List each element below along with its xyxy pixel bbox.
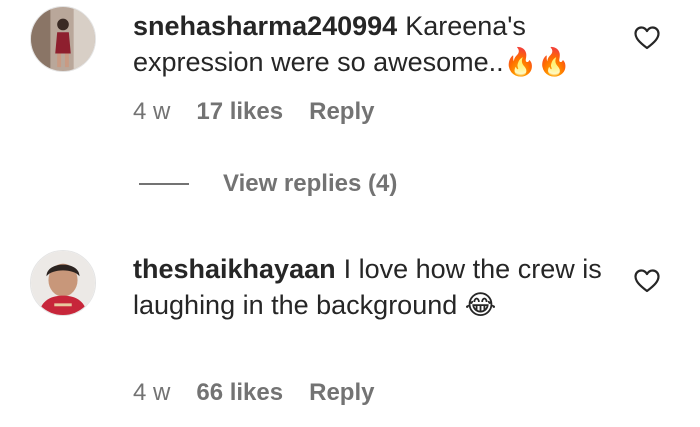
view-replies-button[interactable]: View replies (4) xyxy=(139,170,397,198)
avatar[interactable] xyxy=(30,250,96,316)
comment-text-block: theshaikhayaan I love how the crew is lau… xyxy=(133,251,603,323)
heart-outline-icon[interactable] xyxy=(634,26,660,50)
comment-likes[interactable]: 17 likes xyxy=(196,98,283,126)
comment-username[interactable]: theshaikhayaan xyxy=(133,254,336,284)
avatar[interactable] xyxy=(30,6,96,72)
comment-text-block: snehasharma240994 Kareena's expression we… xyxy=(133,8,603,80)
heart-outline-icon[interactable] xyxy=(634,269,660,293)
comment-likes[interactable]: 66 likes xyxy=(196,379,283,407)
reply-button[interactable]: Reply xyxy=(309,379,374,407)
comment-meta: 4 w 17 likes Reply xyxy=(133,98,374,126)
avatar-image xyxy=(31,251,95,315)
comment-username[interactable]: snehasharma240994 xyxy=(133,11,397,41)
replies-divider-line xyxy=(139,183,189,185)
view-replies-label: View replies (4) xyxy=(223,170,398,197)
comment-time[interactable]: 4 w xyxy=(133,379,170,407)
reply-button[interactable]: Reply xyxy=(309,98,374,126)
comment-time[interactable]: 4 w xyxy=(133,98,170,126)
avatar-image xyxy=(31,7,95,71)
comment-meta: 4 w 66 likes Reply xyxy=(133,379,374,407)
